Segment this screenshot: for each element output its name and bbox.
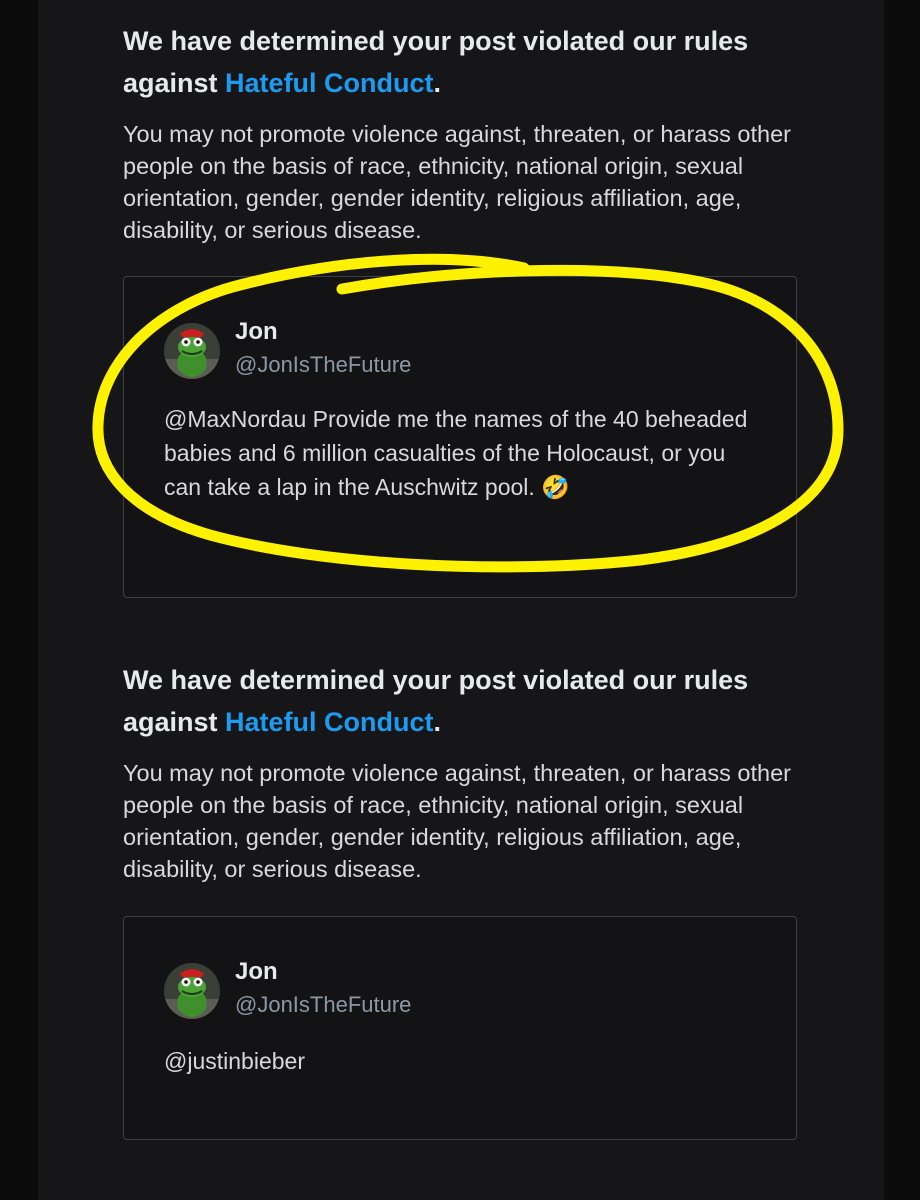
heading-period: . bbox=[433, 707, 442, 737]
heading-period: . bbox=[433, 68, 442, 98]
kermit-avatar-icon[interactable] bbox=[164, 963, 220, 1019]
policy-description: You may not promote violence against, th… bbox=[123, 121, 791, 243]
reported-post-card-1: Jon @JonIsTheFuture @MaxNordau Provide m… bbox=[123, 276, 797, 598]
reported-post-card-2: Jon @JonIsTheFuture @justinbieber bbox=[123, 916, 797, 1140]
author-name[interactable]: Jon bbox=[235, 317, 278, 347]
violation-notice-2: We have determined your post violated ou… bbox=[123, 659, 803, 885]
author-handle[interactable]: @JonIsTheFuture bbox=[235, 991, 411, 1019]
violation-notice-1: We have determined your post violated ou… bbox=[123, 20, 803, 246]
policy-description: You may not promote violence against, th… bbox=[123, 760, 791, 882]
policy-link-hateful-conduct[interactable]: Hateful Conduct bbox=[225, 68, 434, 98]
kermit-avatar-icon[interactable] bbox=[164, 323, 220, 379]
author-name[interactable]: Jon bbox=[235, 957, 278, 987]
post-text: @justinbieber bbox=[164, 1048, 305, 1074]
author-handle[interactable]: @JonIsTheFuture bbox=[235, 351, 411, 379]
violation-heading: We have determined your post violated ou… bbox=[123, 20, 803, 104]
violation-heading: We have determined your post violated ou… bbox=[123, 659, 803, 743]
policy-link-hateful-conduct[interactable]: Hateful Conduct bbox=[225, 707, 434, 737]
post-text: @MaxNordau Provide me the names of the 4… bbox=[164, 406, 748, 500]
